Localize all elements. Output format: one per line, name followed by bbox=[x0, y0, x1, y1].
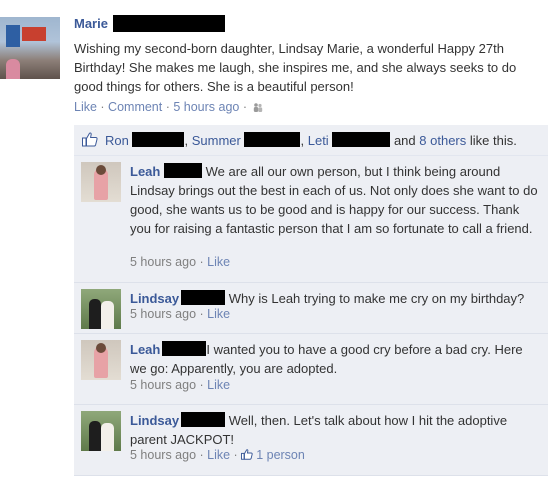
commenter-avatar[interactable] bbox=[81, 340, 121, 380]
likes-text: Ron , Summer , Leti and 8 others like th… bbox=[105, 132, 517, 148]
comment-like-link[interactable]: Like bbox=[207, 307, 230, 321]
avatar-photo-detail bbox=[6, 59, 20, 79]
comment-body: Lindsay Well, then. Let's talk about how… bbox=[130, 411, 542, 449]
redaction-bar bbox=[113, 15, 225, 32]
avatar-photo-detail bbox=[89, 421, 101, 451]
commenter-name[interactable]: Leah bbox=[130, 342, 160, 357]
separator: · bbox=[196, 255, 208, 269]
redaction-bar bbox=[132, 132, 185, 147]
separator: · bbox=[196, 448, 208, 462]
avatar-photo-detail bbox=[96, 343, 106, 353]
liker-name[interactable]: Ron bbox=[105, 133, 129, 148]
likes-suffix: like this. bbox=[469, 133, 517, 148]
thumbs-up-icon bbox=[82, 132, 98, 147]
separator: · bbox=[196, 378, 208, 392]
like-link[interactable]: Like bbox=[74, 100, 97, 114]
comment-timestamp[interactable]: 5 hours ago bbox=[130, 448, 196, 462]
liker-name[interactable]: Summer bbox=[192, 133, 241, 148]
redaction-bar bbox=[244, 132, 301, 147]
comment-item: Lindsay Well, then. Let's talk about how… bbox=[74, 405, 548, 476]
commenter-name[interactable]: Leah bbox=[130, 164, 160, 179]
avatar-photo-detail bbox=[89, 299, 101, 329]
redaction-bar bbox=[332, 132, 391, 147]
post-author-avatar[interactable] bbox=[0, 17, 60, 79]
avatar-photo-detail bbox=[96, 165, 106, 175]
comment-meta: 5 hours ago · Like bbox=[130, 307, 230, 321]
friends-icon[interactable] bbox=[253, 103, 263, 112]
separator: · bbox=[96, 100, 109, 114]
comment-like-link[interactable]: Like bbox=[207, 448, 230, 462]
comment-meta: 5 hours ago · Like bbox=[130, 255, 230, 269]
post-timestamp[interactable]: 5 hours ago bbox=[173, 100, 239, 114]
avatar-photo-detail bbox=[101, 423, 114, 451]
comment-like-link[interactable]: Like bbox=[207, 255, 230, 269]
separator: · bbox=[230, 448, 242, 462]
comment-item: Lindsay Why is Leah trying to make me cr… bbox=[74, 283, 548, 334]
redaction-bar bbox=[181, 412, 226, 427]
commenter-avatar[interactable] bbox=[81, 411, 121, 451]
comment-text: Why is Leah trying to make me cry on my … bbox=[228, 291, 525, 306]
separator: · bbox=[196, 307, 208, 321]
comment-body: Leah I wanted you to have a good cry befo… bbox=[130, 340, 542, 378]
commenter-avatar[interactable] bbox=[81, 162, 121, 202]
comment-link[interactable]: Comment bbox=[108, 100, 162, 114]
comment-item: Leah I wanted you to have a good cry befo… bbox=[74, 334, 548, 405]
post-author-name[interactable]: Marie bbox=[74, 16, 108, 31]
separator: · bbox=[162, 100, 174, 114]
comment-meta: 5 hours ago · Like · 1 person bbox=[130, 448, 305, 462]
separator: · bbox=[239, 100, 251, 114]
likes-and: and bbox=[393, 133, 416, 148]
others-link[interactable]: 8 others bbox=[419, 133, 466, 148]
commenter-name[interactable]: Lindsay bbox=[130, 413, 179, 428]
comment-body: Leah We are all our own person, but I th… bbox=[130, 162, 542, 238]
comment-body: Lindsay Why is Leah trying to make me cr… bbox=[130, 289, 542, 308]
post-text: Wishing my second-born daughter, Lindsay… bbox=[74, 41, 517, 94]
likes-summary: Ron , Summer , Leti and 8 others like th… bbox=[74, 125, 548, 156]
comment-like-link[interactable]: Like bbox=[207, 378, 230, 392]
redaction-bar bbox=[163, 163, 202, 178]
avatar-photo-detail bbox=[22, 27, 46, 41]
comment-timestamp[interactable]: 5 hours ago bbox=[130, 307, 196, 321]
avatar-photo-detail bbox=[6, 25, 20, 47]
likes-comma: , bbox=[300, 133, 305, 148]
likes-comma: , bbox=[184, 133, 189, 148]
redaction-bar bbox=[162, 341, 207, 356]
comment-likes-count[interactable]: 1 person bbox=[256, 448, 305, 462]
comment-timestamp[interactable]: 5 hours ago bbox=[130, 255, 196, 269]
comment-item: Leah We are all our own person, but I th… bbox=[74, 156, 548, 283]
commenter-avatar[interactable] bbox=[81, 289, 121, 329]
liker-name[interactable]: Leti bbox=[308, 133, 329, 148]
thumbs-up-icon bbox=[241, 449, 253, 460]
post-meta: Like · Comment · 5 hours ago · bbox=[74, 100, 263, 114]
redaction-bar bbox=[181, 290, 226, 305]
comment-timestamp[interactable]: 5 hours ago bbox=[130, 378, 196, 392]
comment-meta: 5 hours ago · Like bbox=[130, 378, 230, 392]
avatar-photo-detail bbox=[101, 301, 114, 329]
commenter-name[interactable]: Lindsay bbox=[130, 291, 179, 306]
